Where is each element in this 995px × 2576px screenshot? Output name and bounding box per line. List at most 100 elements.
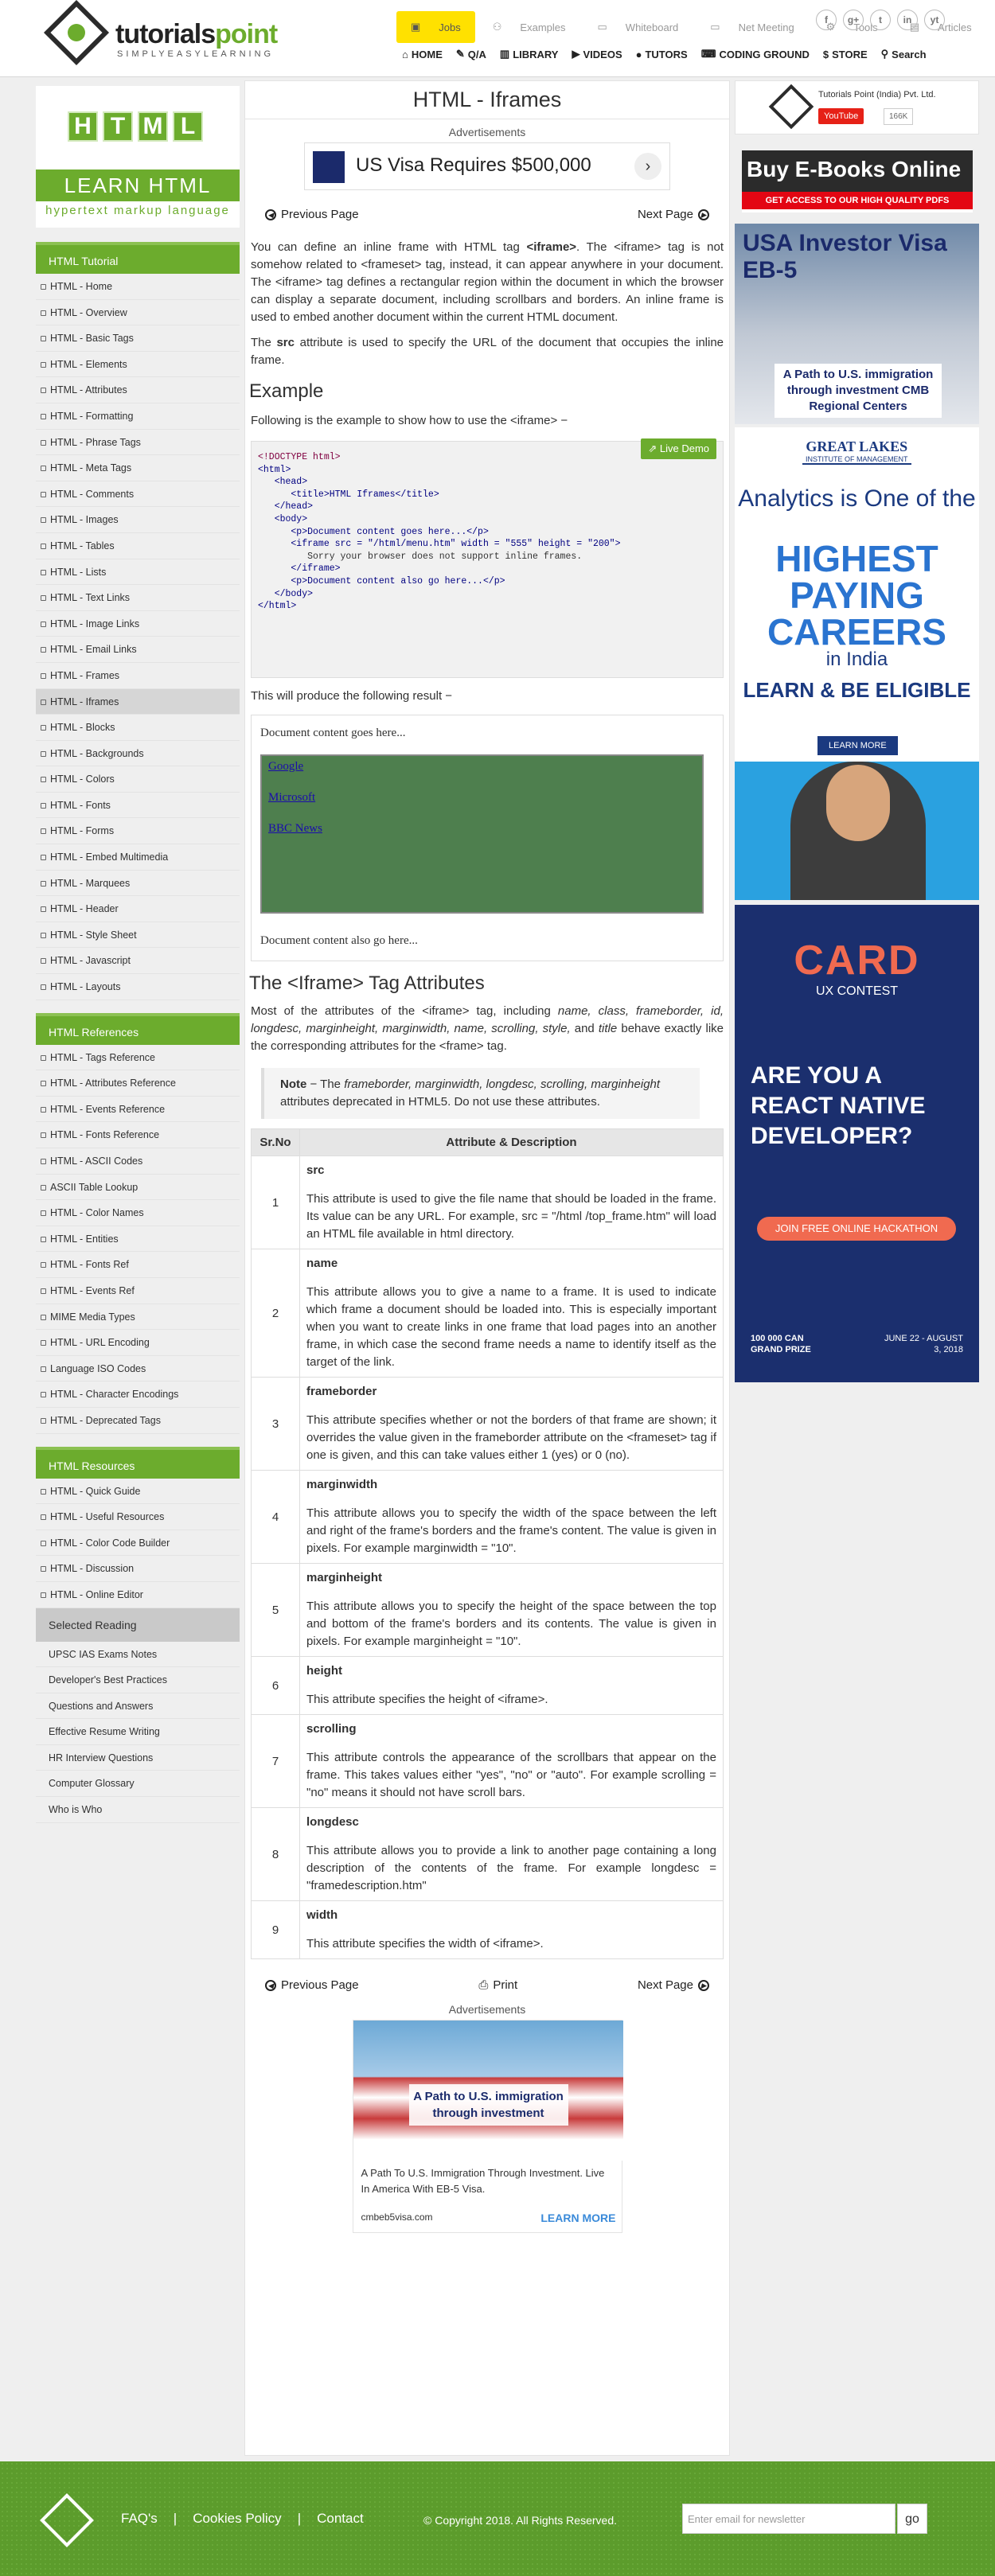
sidebar-item-html-color-code-builder[interactable]: HTML - Color Code Builder <box>36 1530 240 1557</box>
sidebar-item-html-deprecated-tags[interactable]: HTML - Deprecated Tags <box>36 1407 240 1434</box>
next-page-link[interactable]: Next Page ▶ <box>638 208 709 221</box>
newsletter-input[interactable]: Enter email for newsletter <box>682 2504 896 2534</box>
sidebar-item-hr-interview-questions[interactable]: HR Interview Questions <box>36 1744 240 1771</box>
twitter-icon[interactable]: t <box>870 10 891 30</box>
footer-link-faq[interactable]: FAQ's <box>121 2511 158 2527</box>
top-link-net-meeting[interactable]: ▭ Net Meeting <box>696 11 808 43</box>
top-link-examples[interactable]: ⚇ Examples <box>478 11 580 43</box>
sidebar-item-html-tables[interactable]: HTML - Tables <box>36 532 240 559</box>
great-lakes-advert[interactable]: GREAT LAKES INSTITUTE OF MANAGEMENT Analy… <box>735 427 979 900</box>
sidebar-item-html-elements[interactable]: HTML - Elements <box>36 351 240 378</box>
youtube-icon[interactable]: yt <box>924 10 945 30</box>
sidebar-item-html-online-editor[interactable]: HTML - Online Editor <box>36 1581 240 1608</box>
sidebar-item-effective-resume-writing[interactable]: Effective Resume Writing <box>36 1719 240 1745</box>
sidebar-item-language-iso-codes[interactable]: Language ISO Codes <box>36 1355 240 1382</box>
nav-coding-ground[interactable]: ⌨ CODING GROUND <box>701 48 810 60</box>
sidebar-item-html-embed-multimedia[interactable]: HTML - Embed Multimedia <box>36 844 240 871</box>
eb5-advert[interactable]: USA Investor Visa EB-5 A Path to U.S. im… <box>735 224 979 424</box>
nav-home[interactable]: ⌂ HOME <box>402 48 443 60</box>
sidebar-item-computer-glossary[interactable]: Computer Glossary <box>36 1771 240 1798</box>
sidebar-item-html-javascript[interactable]: HTML - Javascript <box>36 948 240 975</box>
top-link-whiteboard[interactable]: ▭ Whiteboard <box>583 11 693 43</box>
sidebar-item-html-image-links[interactable]: HTML - Image Links <box>36 610 240 637</box>
previous-page-link-bottom[interactable]: ◀ Previous Page <box>265 1978 359 1992</box>
ebook-advert[interactable]: Buy E-Books Online GET ACCESS TO OUR HIG… <box>742 150 973 212</box>
sidebar-item-html-text-links[interactable]: HTML - Text Links <box>36 585 240 611</box>
sidebar-item-html-tags-reference[interactable]: HTML - Tags Reference <box>36 1044 240 1071</box>
sidebar-item-html-blocks[interactable]: HTML - Blocks <box>36 715 240 741</box>
sidebar-item-html-phrase-tags[interactable]: HTML - Phrase Tags <box>36 429 240 456</box>
live-demo-button[interactable]: ⇗ Live Demo <box>641 438 716 459</box>
demo-link-bbc[interactable]: BBC News <box>268 822 696 836</box>
sidebar-item-html-images[interactable]: HTML - Images <box>36 507 240 533</box>
sidebar-item-html-basic-tags[interactable]: HTML - Basic Tags <box>36 325 240 352</box>
print-link[interactable]: ⎙ Print <box>478 1978 517 1992</box>
sidebar-item-html-header[interactable]: HTML - Header <box>36 896 240 922</box>
sidebar-item-html-attributes[interactable]: HTML - Attributes <box>36 377 240 403</box>
learn-more-button[interactable]: LEARN MORE <box>540 2212 615 2224</box>
sidebar-item-html-events-reference[interactable]: HTML - Events Reference <box>36 1096 240 1123</box>
nav-search[interactable]: ⚲ Search <box>881 48 927 60</box>
nav-library[interactable]: ▥ LIBRARY <box>500 48 559 60</box>
sidebar-item-mime-media-types[interactable]: MIME Media Types <box>36 1304 240 1331</box>
demo-iframe[interactable]: Google Microsoft BBC News <box>260 754 704 914</box>
sidebar-item-html-fonts-reference[interactable]: HTML - Fonts Reference <box>36 1122 240 1148</box>
sidebar-item-html-frames[interactable]: HTML - Frames <box>36 662 240 689</box>
sidebar-item-html-backgrounds[interactable]: HTML - Backgrounds <box>36 740 240 767</box>
gl-learn-more-button[interactable]: LEARN MORE <box>817 736 898 755</box>
join-hackathon-button[interactable]: JOIN FREE ONLINE HACKATHON <box>757 1217 956 1241</box>
sidebar-item-html-ascii-codes[interactable]: HTML - ASCII Codes <box>36 1148 240 1175</box>
sidebar-item-html-entities[interactable]: HTML - Entities <box>36 1226 240 1253</box>
sidebar-item-html-lists[interactable]: HTML - Lists <box>36 559 240 586</box>
sidebar-item-html-fonts-ref[interactable]: HTML - Fonts Ref <box>36 1252 240 1278</box>
linkedin-icon[interactable]: in <box>897 10 918 30</box>
sidebar-item-upsc-ias-exams-notes[interactable]: UPSC IAS Exams Notes <box>36 1641 240 1668</box>
sidebar-item-html-meta-tags[interactable]: HTML - Meta Tags <box>36 455 240 481</box>
nav-qa[interactable]: ✎ Q/A <box>456 48 486 60</box>
sidebar-item-html-colors[interactable]: HTML - Colors <box>36 766 240 793</box>
next-page-link-bottom[interactable]: Next Page ▶ <box>638 1978 709 1992</box>
sidebar-item-html-formatting[interactable]: HTML - Formatting <box>36 403 240 430</box>
sidebar-item-developer-s-best-practices[interactable]: Developer's Best Practices <box>36 1667 240 1693</box>
sidebar-item-html-comments[interactable]: HTML - Comments <box>36 481 240 508</box>
youtube-subscribe-button[interactable]: YouTube <box>818 108 864 124</box>
sidebar-item-html-style-sheet[interactable]: HTML - Style Sheet <box>36 922 240 949</box>
sidebar-item-html-quick-guide[interactable]: HTML - Quick Guide <box>36 1478 240 1505</box>
sidebar-item-html-layouts[interactable]: HTML - Layouts <box>36 974 240 1000</box>
sidebar-item-html-iframes[interactable]: HTML - Iframes <box>36 688 240 715</box>
sidebar-item-html-character-encodings[interactable]: HTML - Character Encodings <box>36 1382 240 1408</box>
chevron-right-icon[interactable]: › <box>634 153 661 180</box>
sidebar-item-html-fonts[interactable]: HTML - Fonts <box>36 792 240 819</box>
sidebar-item-html-marquees[interactable]: HTML - Marquees <box>36 870 240 897</box>
sidebar-item-html-color-names[interactable]: HTML - Color Names <box>36 1200 240 1226</box>
nav-videos[interactable]: ▶ VIDEOS <box>572 48 622 60</box>
card-contest-advert[interactable]: CARD UX CONTEST ARE YOU A REACT NATIVE D… <box>735 905 979 1382</box>
top-advert[interactable]: US Visa Requires $500,000 › <box>304 142 670 190</box>
footer-logo[interactable] <box>40 2493 94 2547</box>
sidebar-item-html-overview[interactable]: HTML - Overview <box>36 299 240 326</box>
sidebar-item-html-email-links[interactable]: HTML - Email Links <box>36 637 240 663</box>
facebook-icon[interactable]: f <box>816 10 837 30</box>
sidebar-item-html-home[interactable]: HTML - Home <box>36 274 240 300</box>
site-logo[interactable]: tutorialspoint SIMPLYEASYLEARNING <box>43 0 298 73</box>
top-link-jobs[interactable]: ▣ Jobs <box>396 11 475 43</box>
sidebar-item-ascii-table-lookup[interactable]: ASCII Table Lookup <box>36 1174 240 1201</box>
google-plus-icon[interactable]: g+ <box>843 10 864 30</box>
sidebar-item-html-useful-resources[interactable]: HTML - Useful Resources <box>36 1504 240 1530</box>
sidebar-item-who-is-who[interactable]: Who is Who <box>36 1797 240 1823</box>
learn-html-banner[interactable]: HTML LEARN HTML hypertext markup languag… <box>36 86 240 228</box>
footer-link-cookies[interactable]: Cookies Policy <box>193 2511 282 2527</box>
nav-tutors[interactable]: ● TUTORS <box>636 48 688 60</box>
newsletter-go-button[interactable]: go <box>897 2504 927 2534</box>
sidebar-item-html-discussion[interactable]: HTML - Discussion <box>36 1556 240 1582</box>
sidebar-item-html-url-encoding[interactable]: HTML - URL Encoding <box>36 1330 240 1356</box>
nav-store[interactable]: $ STORE <box>823 48 868 60</box>
sidebar-item-html-attributes-reference[interactable]: HTML - Attributes Reference <box>36 1070 240 1097</box>
previous-page-link[interactable]: ◀ Previous Page <box>265 208 359 221</box>
footer-link-contact[interactable]: Contact <box>317 2511 364 2527</box>
demo-link-google[interactable]: Google <box>268 760 696 774</box>
bottom-advert[interactable]: A Path to U.S. immigration through inves… <box>352 2020 623 2233</box>
sidebar-item-html-forms[interactable]: HTML - Forms <box>36 818 240 845</box>
demo-link-microsoft[interactable]: Microsoft <box>268 791 696 805</box>
sidebar-item-questions-and-answers[interactable]: Questions and Answers <box>36 1693 240 1720</box>
